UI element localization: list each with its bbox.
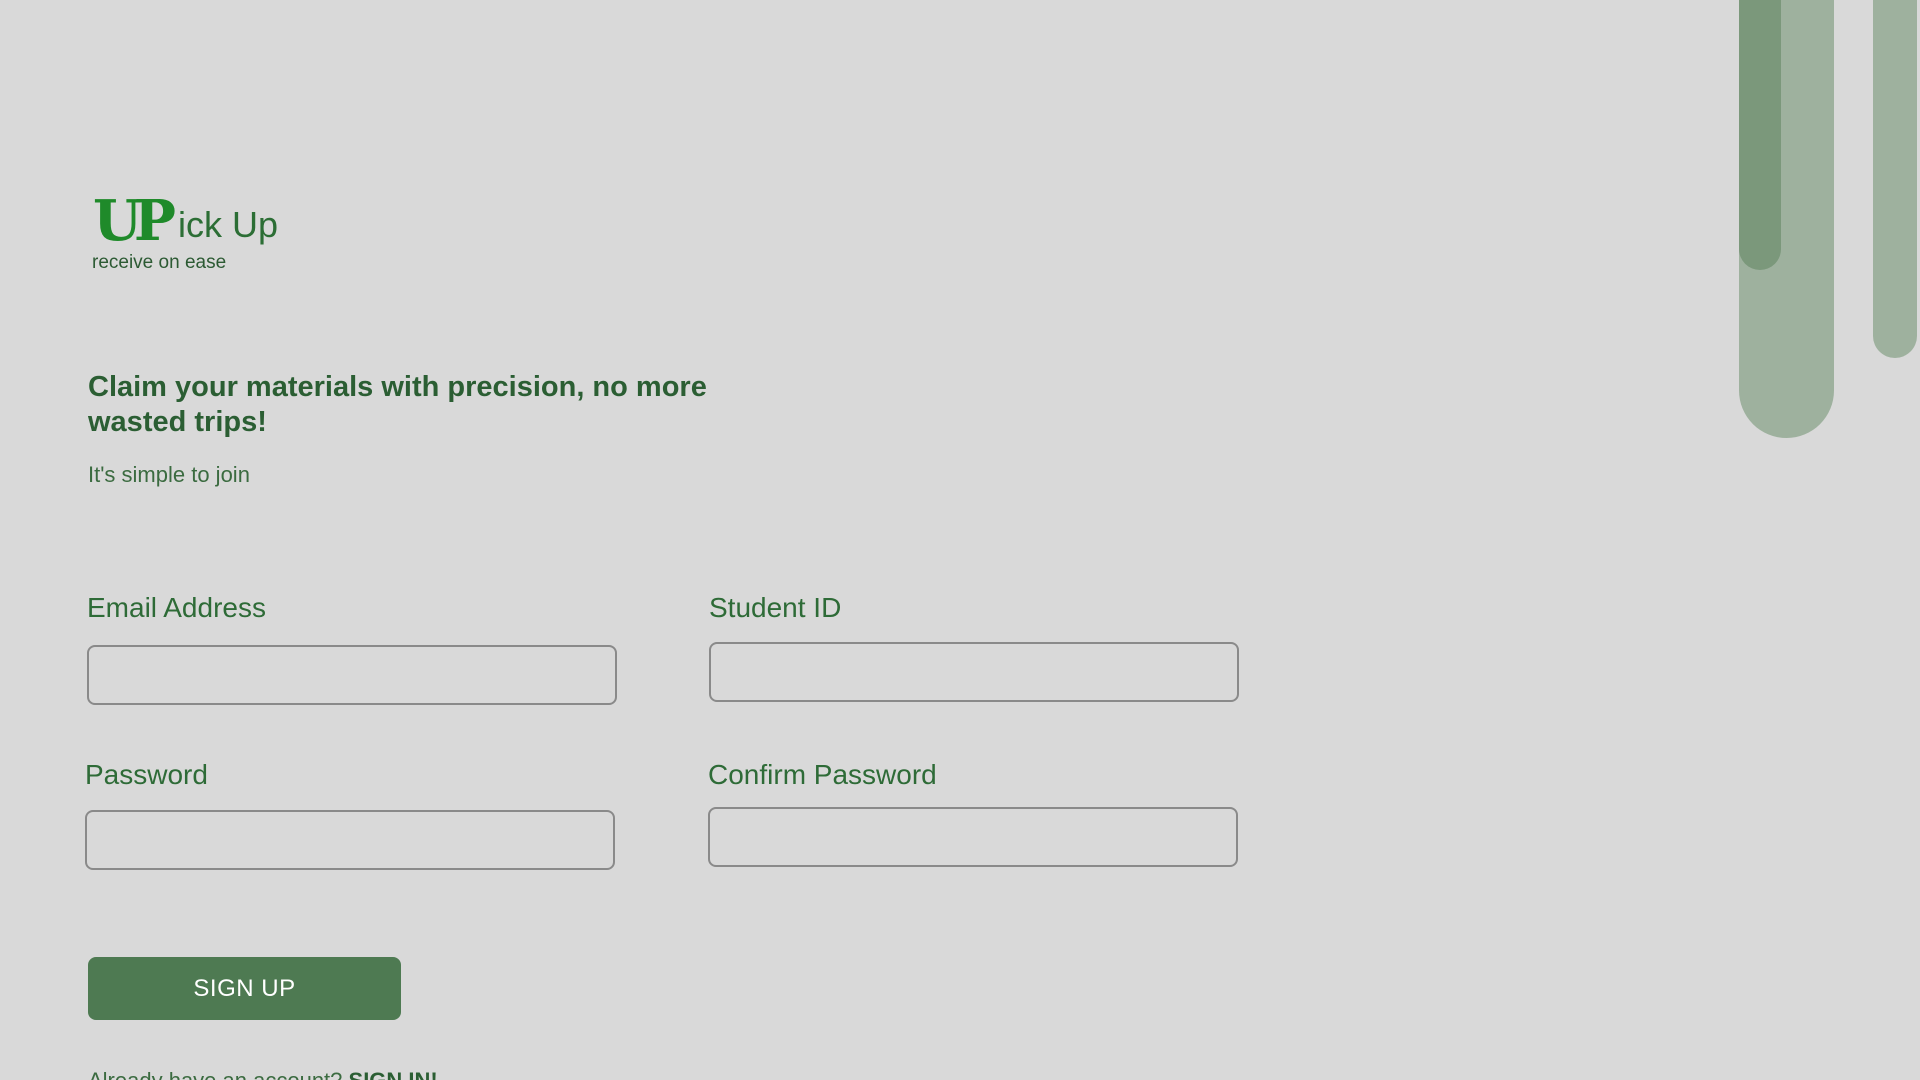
student-id-label: Student ID	[709, 592, 842, 623]
sign-in-prompt: Already have an account? SIGN IN!	[88, 1068, 438, 1080]
email-field[interactable]	[87, 645, 617, 705]
brand-logo: UP ick Up receive on ease	[92, 188, 278, 274]
sign-up-button[interactable]: SIGN UP	[88, 957, 401, 1020]
password-label: Password	[85, 759, 208, 790]
confirm-password-label: Confirm Password	[708, 759, 937, 790]
decorative-pill-right	[1873, 0, 1917, 358]
brand-tagline: receive on ease	[92, 252, 227, 273]
decorative-pill-dark	[1739, 0, 1781, 270]
password-field[interactable]	[85, 810, 615, 870]
logo-row: UP ick Up	[93, 188, 278, 254]
student-id-field[interactable]	[709, 642, 1239, 702]
email-label: Email Address	[87, 592, 266, 623]
sign-in-prompt-text: Already have an account?	[88, 1068, 349, 1080]
page-subheading: It's simple to join	[88, 462, 250, 487]
page-headline: Claim your materials with precision, no …	[88, 371, 707, 438]
sign-in-link[interactable]: SIGN IN!	[349, 1068, 438, 1080]
confirm-password-field[interactable]	[708, 807, 1238, 867]
brand-name: ick Up	[177, 204, 278, 245]
signup-page: UP ick Up receive on ease Claim your mat…	[0, 0, 1920, 1080]
logo-mark: UP	[93, 188, 176, 254]
